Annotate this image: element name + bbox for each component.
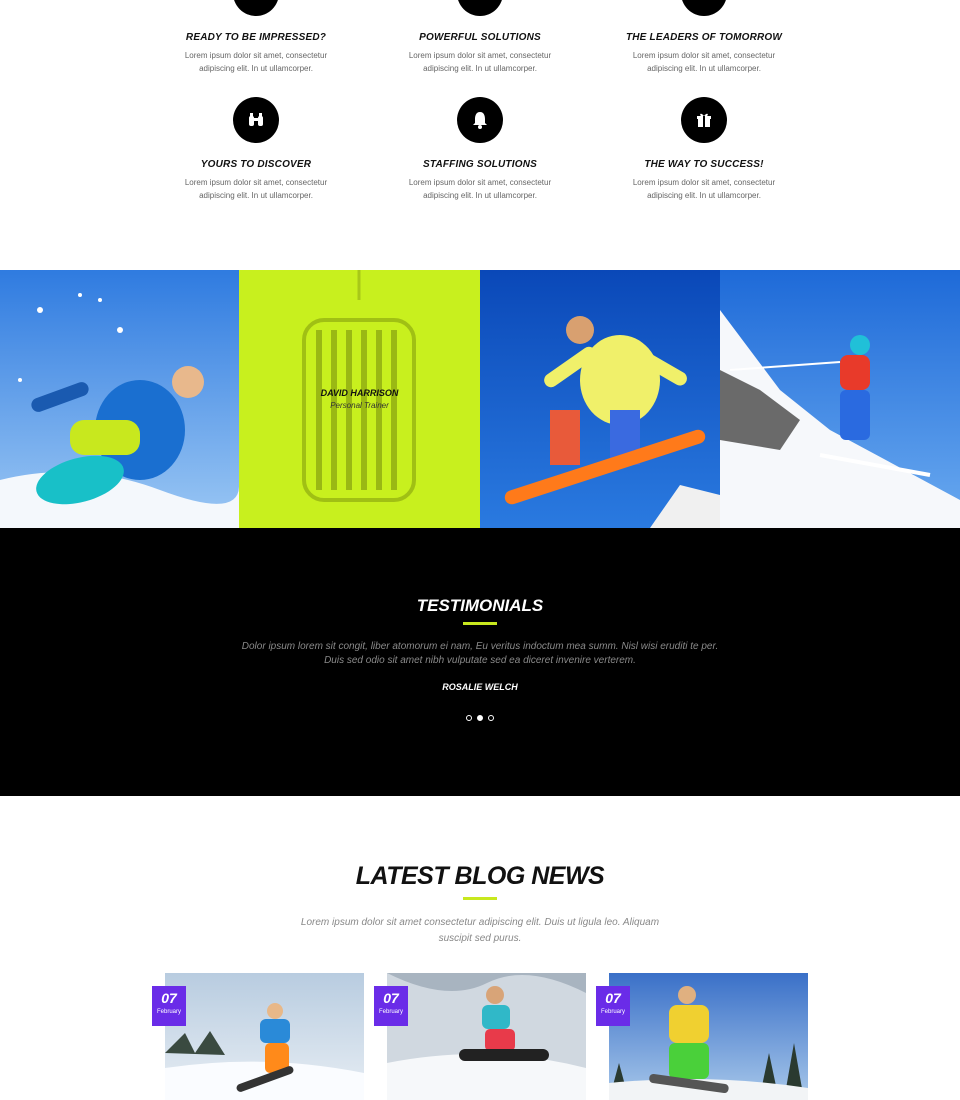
- feature-staffing: STAFFING SOLUTIONS Lorem ipsum dolor sit…: [380, 97, 580, 202]
- blog-post-card[interactable]: 07 February: [374, 973, 586, 1100]
- carousel-dot[interactable]: [488, 715, 494, 721]
- feature-title: THE LEADERS OF TOMORROW: [625, 32, 783, 43]
- trainer-name: DAVID HARRISON: [320, 388, 399, 398]
- binoculars-icon: [233, 97, 279, 143]
- blog-post-card[interactable]: 07 February: [596, 973, 808, 1100]
- feature-powerful: POWERFUL SOLUTIONS Lorem ipsum dolor sit…: [380, 0, 580, 75]
- blog-title: LATEST BLOG NEWS: [355, 862, 605, 890]
- feature-text: Lorem ipsum dolor sit amet, consectetur …: [632, 178, 776, 200]
- post-date-month: February: [378, 1009, 403, 1015]
- feature-text: Lorem ipsum dolor sit amet, consectetur …: [632, 51, 776, 73]
- feature-text: Lorem ipsum dolor sit amet, consectetur …: [184, 178, 328, 200]
- feature-title: READY TO BE IMPRESSED?: [185, 32, 327, 43]
- heading-underline: [463, 622, 497, 625]
- feature-title: STAFFING SOLUTIONS: [423, 159, 537, 170]
- gallery-photo-skier[interactable]: [720, 270, 960, 528]
- carousel-dot-active[interactable]: [477, 715, 483, 721]
- carousel-dots: [0, 715, 960, 721]
- trophy-icon: [681, 0, 727, 16]
- blog-heading: LATEST BLOG NEWS: [0, 862, 960, 900]
- blog-post-card[interactable]: 07 February: [152, 973, 364, 1100]
- blog-subtitle: Lorem ipsum dolor sit amet consectetur a…: [300, 917, 660, 944]
- feature-text: Lorem ipsum dolor sit amet, consectetur …: [184, 51, 328, 73]
- bell-icon: [457, 97, 503, 143]
- star-icon: [233, 0, 279, 16]
- heading-underline: [463, 897, 497, 900]
- feature-title: THE WAY TO SUCCESS!: [644, 159, 764, 170]
- feature-title: YOURS TO DISCOVER: [200, 159, 312, 170]
- post-date-badge: 07 February: [374, 986, 408, 1026]
- testimonials-section: TESTIMONIALS Dolor ipsum lorem sit congi…: [0, 528, 960, 796]
- feature-title: POWERFUL SOLUTIONS: [419, 32, 541, 43]
- post-date-day: 07: [383, 990, 399, 1006]
- testimonials-title: TESTIMONIALS: [416, 596, 544, 615]
- feature-discover: YOURS TO DISCOVER Lorem ipsum dolor sit …: [156, 97, 356, 202]
- testimonials-heading: TESTIMONIALS: [0, 596, 960, 625]
- post-date-badge: 07 February: [596, 986, 630, 1026]
- post-date-day: 07: [605, 990, 621, 1006]
- bolt-icon: [457, 0, 503, 16]
- feature-leaders: THE LEADERS OF TOMORROW Lorem ipsum dolo…: [604, 0, 804, 75]
- gallery-photo-snowboarder-blue[interactable]: [0, 270, 239, 528]
- feature-text: Lorem ipsum dolor sit amet, consectetur …: [408, 178, 552, 200]
- post-date-badge: 07 February: [152, 986, 186, 1026]
- feature-success: THE WAY TO SUCCESS! Lorem ipsum dolor si…: [604, 97, 804, 202]
- gallery: DAVID HARRISON Personal Trainer: [0, 270, 960, 528]
- gallery-photo-trainer[interactable]: DAVID HARRISON Personal Trainer: [239, 270, 480, 528]
- carousel-dot[interactable]: [466, 715, 472, 721]
- post-date-month: February: [156, 1009, 181, 1015]
- feature-ready: READY TO BE IMPRESSED? Lorem ipsum dolor…: [156, 0, 356, 75]
- testimonial-quote: Dolor ipsum lorem sit congit, liber atom…: [241, 641, 719, 666]
- trainer-role: Personal Trainer: [330, 401, 389, 410]
- gallery-photo-snowboard-jump[interactable]: [480, 270, 720, 528]
- feature-text: Lorem ipsum dolor sit amet, consectetur …: [408, 51, 552, 73]
- gift-icon: [681, 97, 727, 143]
- post-date-day: 07: [161, 990, 177, 1006]
- post-date-month: February: [600, 1009, 625, 1015]
- testimonial-author: ROSALIE WELCH: [442, 682, 518, 692]
